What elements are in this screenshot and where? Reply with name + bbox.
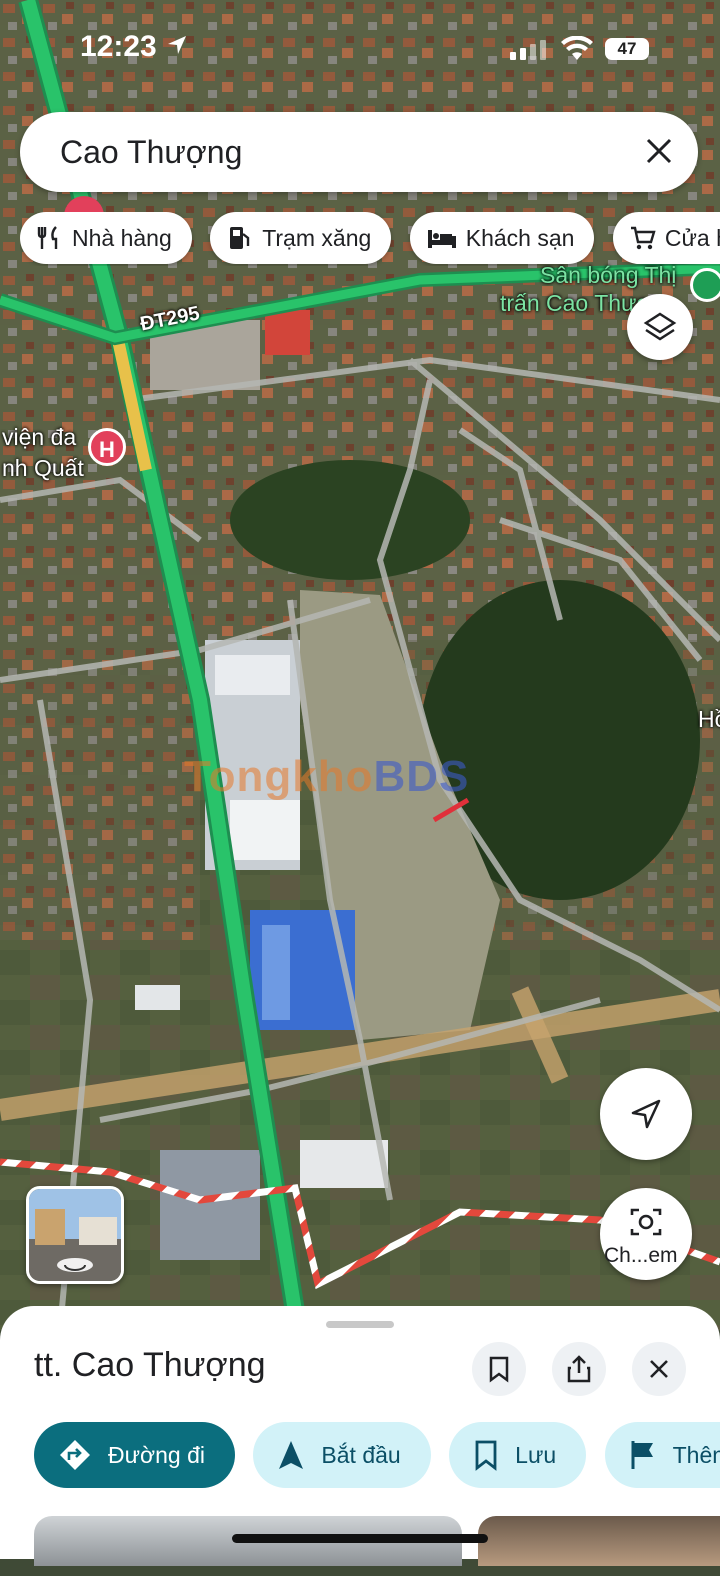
lens-label: Ch...em bbox=[604, 1244, 678, 1267]
cellular-signal-icon bbox=[510, 40, 546, 60]
stadium-label-line1: Sân bóng Thị bbox=[540, 262, 677, 288]
action-label: Lưu bbox=[515, 1441, 557, 1468]
chip-shopping[interactable]: Cửa h bbox=[612, 212, 720, 264]
wifi-icon bbox=[561, 36, 593, 60]
place-photos bbox=[34, 1516, 720, 1576]
chip-label: Nhà hàng bbox=[72, 224, 172, 251]
chip-label: Trạm xăng bbox=[262, 224, 372, 251]
save-icon-button[interactable] bbox=[472, 1342, 526, 1396]
cart-icon bbox=[630, 226, 656, 250]
battery-indicator: 47 bbox=[605, 38, 649, 60]
search-bar[interactable]: Cao Thượng bbox=[20, 112, 698, 192]
status-bar: 12:23 47 bbox=[0, 0, 720, 100]
close-icon bbox=[650, 1360, 668, 1378]
action-label: Bắt đầu bbox=[321, 1441, 401, 1468]
hospital-label-line1: viện đa bbox=[2, 424, 77, 450]
stadium-marker-icon[interactable] bbox=[690, 268, 720, 302]
bookmark-icon bbox=[489, 1356, 509, 1383]
sheet-drag-handle[interactable] bbox=[326, 1321, 394, 1328]
place-title: tt. Cao Thượng bbox=[34, 1346, 266, 1384]
directions-icon bbox=[60, 1440, 90, 1470]
place-sheet: tt. Cao Thượng Đường đi Bắt đầu Lưu Thêm bbox=[0, 1306, 720, 1566]
action-label: Đường đi bbox=[108, 1441, 205, 1468]
share-icon bbox=[567, 1355, 591, 1383]
share-button[interactable] bbox=[552, 1342, 606, 1396]
street-view-image bbox=[29, 1189, 121, 1281]
layers-icon bbox=[643, 312, 677, 341]
category-chips: Nhà hàng Trạm xăng Khách sạn Cửa h bbox=[20, 212, 720, 266]
action-label: Thêm bbox=[672, 1441, 720, 1468]
watermark: TongkhoBDS bbox=[184, 752, 469, 802]
close-icon[interactable] bbox=[644, 136, 674, 166]
watermark-text: Tongkho bbox=[184, 752, 374, 801]
watermark-suffix: BDS bbox=[373, 752, 470, 801]
bookmark-icon bbox=[475, 1440, 497, 1471]
more-button[interactable]: Thêm bbox=[604, 1422, 720, 1488]
chip-hotels[interactable]: Khách sạn bbox=[409, 212, 595, 264]
flag-icon bbox=[631, 1441, 653, 1469]
search-query[interactable]: Cao Thượng bbox=[60, 134, 242, 171]
home-indicator[interactable] bbox=[232, 1534, 488, 1543]
chip-gas-stations[interactable]: Trạm xăng bbox=[210, 212, 392, 264]
status-time: 12:23 bbox=[80, 30, 157, 63]
hospital-label-line2: nh Quất bbox=[2, 455, 84, 481]
navigation-arrow-icon bbox=[631, 1099, 661, 1129]
place-actions: Đường đi Bắt đầu Lưu Thêm bbox=[34, 1422, 720, 1490]
start-button[interactable]: Bắt đầu bbox=[253, 1422, 431, 1488]
chip-restaurants[interactable]: Nhà hàng bbox=[20, 212, 192, 264]
directions-button[interactable]: Đường đi bbox=[34, 1422, 235, 1488]
chip-label: Khách sạn bbox=[465, 224, 575, 251]
layers-button[interactable] bbox=[627, 294, 693, 360]
street-view-thumbnail[interactable] bbox=[26, 1186, 124, 1284]
location-arrow-icon bbox=[168, 36, 186, 54]
right-edge-label: Hồ bbox=[698, 706, 720, 732]
chip-label: Cửa h bbox=[664, 224, 720, 251]
lens-camera-icon bbox=[630, 1208, 662, 1236]
close-sheet-button[interactable] bbox=[632, 1342, 686, 1396]
my-location-button[interactable] bbox=[600, 1068, 692, 1160]
fork-knife-icon bbox=[37, 226, 58, 249]
save-button[interactable]: Lưu bbox=[449, 1422, 587, 1488]
bed-icon bbox=[427, 230, 456, 248]
gas-pump-icon bbox=[230, 227, 250, 249]
navigation-arrow-icon bbox=[279, 1441, 304, 1469]
hospital-marker-icon[interactable]: H bbox=[88, 428, 126, 466]
